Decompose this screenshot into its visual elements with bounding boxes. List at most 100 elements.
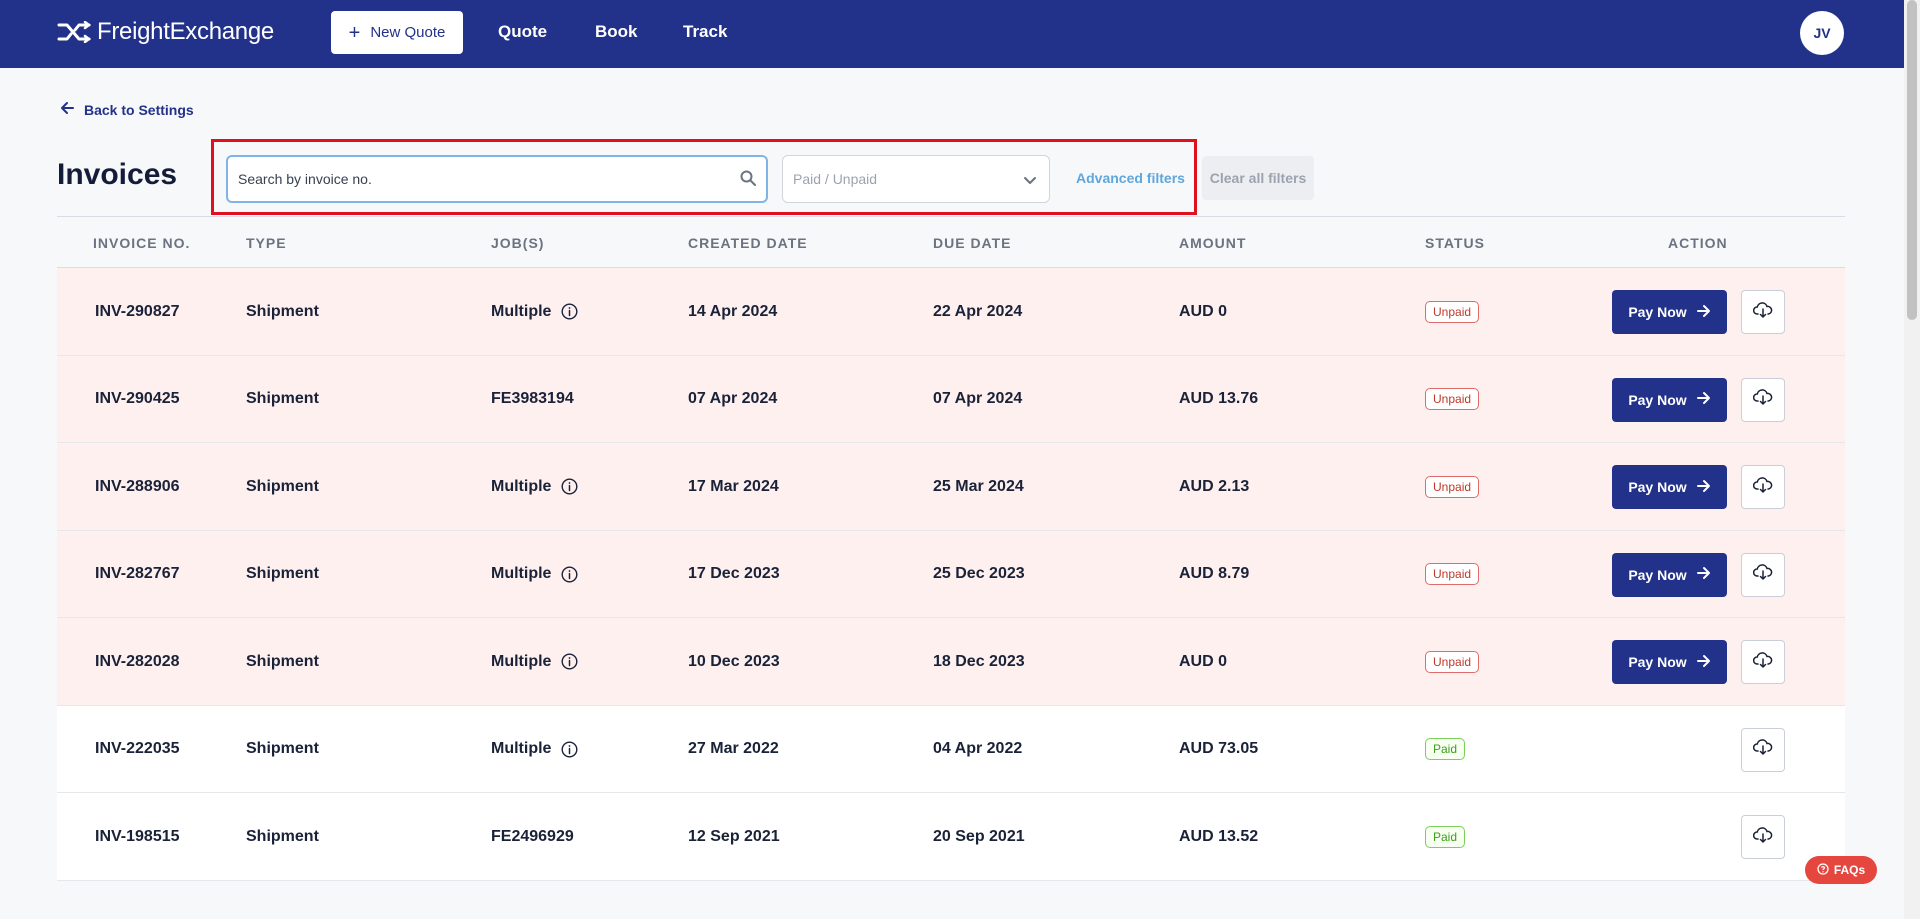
download-invoice-button[interactable] bbox=[1741, 377, 1785, 422]
page-title: Invoices bbox=[57, 158, 178, 191]
jobs-value: FE3983194 bbox=[491, 390, 574, 407]
arrow-right-icon bbox=[1696, 654, 1711, 671]
info-icon[interactable] bbox=[561, 740, 578, 758]
pay-now-label: Pay Now bbox=[1628, 566, 1687, 583]
cell-created-date: 07 Apr 2024 bbox=[688, 390, 778, 407]
cell-status: Unpaid bbox=[1425, 443, 1480, 530]
search-icon[interactable] bbox=[740, 170, 756, 191]
jobs-value: Multiple bbox=[491, 302, 552, 320]
table-row: INV-288906 Shipment Multiple 17 Mar 2024 25 … bbox=[57, 443, 1845, 531]
download-invoice-button[interactable] bbox=[1741, 552, 1785, 597]
cell-status: Unpaid bbox=[1425, 356, 1480, 443]
clear-all-filters-button[interactable]: Clear all filters bbox=[1202, 156, 1314, 200]
pay-now-button[interactable]: Pay Now bbox=[1612, 377, 1727, 422]
arrow-left-icon bbox=[60, 101, 74, 118]
cell-amount: AUD 8.79 bbox=[1179, 565, 1250, 582]
download-invoice-button[interactable] bbox=[1741, 290, 1785, 334]
download-invoice-button[interactable] bbox=[1741, 465, 1785, 509]
info-icon[interactable] bbox=[561, 478, 578, 495]
cell-amount: AUD 2.13 bbox=[1179, 477, 1250, 495]
cell-created-date: 10 Dec 2023 bbox=[688, 652, 780, 670]
cell-created-date: 14 Apr 2024 bbox=[688, 302, 778, 320]
cell-invoice-no: INV-222035 bbox=[95, 740, 180, 757]
header-created-date: CREATED DATE bbox=[688, 235, 808, 251]
chevron-down-icon bbox=[1023, 173, 1037, 190]
pay-now-label: Pay Now bbox=[1628, 304, 1687, 320]
cell-status: Unpaid bbox=[1425, 618, 1480, 705]
cloud-download-icon bbox=[1752, 826, 1773, 848]
arrow-right-icon bbox=[1696, 566, 1711, 583]
cell-status: Paid bbox=[1425, 706, 1466, 793]
cell-due-date: 04 Apr 2022 bbox=[933, 740, 1023, 757]
cell-jobs: Multiple bbox=[491, 618, 578, 705]
user-avatar[interactable]: JV bbox=[1800, 11, 1844, 55]
cloud-download-icon bbox=[1752, 389, 1773, 410]
pay-now-button[interactable]: Pay Now bbox=[1612, 290, 1727, 334]
cell-due-date: 18 Dec 2023 bbox=[933, 652, 1025, 670]
cell-amount: AUD 73.05 bbox=[1179, 740, 1259, 757]
cell-jobs: Multiple bbox=[491, 706, 578, 793]
jobs-value: FE2496929 bbox=[491, 827, 574, 845]
cloud-download-icon bbox=[1752, 564, 1773, 585]
status-badge: Paid bbox=[1425, 825, 1466, 848]
search-input[interactable] bbox=[238, 157, 718, 201]
pay-now-button[interactable]: Pay Now bbox=[1612, 640, 1727, 684]
cell-invoice-no: INV-282028 bbox=[95, 652, 180, 670]
brand-logo[interactable]: FreightExchange bbox=[57, 17, 274, 47]
table-row: INV-290425 Shipment FE3983194 07 Apr 2024 07… bbox=[57, 355, 1845, 443]
nav-link-quote[interactable]: Quote bbox=[498, 22, 547, 42]
cell-invoice-no: INV-282767 bbox=[95, 565, 180, 582]
nav-link-track[interactable]: Track bbox=[683, 22, 727, 42]
cell-status: Paid bbox=[1425, 793, 1466, 880]
header-status: STATUS bbox=[1425, 235, 1485, 251]
brand-name: FreightExchange bbox=[97, 18, 274, 45]
download-invoice-button[interactable] bbox=[1741, 640, 1785, 684]
cell-created-date: 17 Dec 2023 bbox=[688, 565, 780, 582]
status-filter-placeholder: Paid / Unpaid bbox=[793, 171, 878, 187]
cell-created-date: 27 Mar 2022 bbox=[688, 740, 779, 757]
download-invoice-button[interactable] bbox=[1741, 815, 1785, 859]
table-row: INV-282028 Shipment Multiple 10 Dec 2023 18 … bbox=[57, 618, 1845, 706]
status-filter-select[interactable]: Paid / Unpaid bbox=[782, 155, 1050, 203]
cell-amount: AUD 0 bbox=[1179, 652, 1228, 670]
new-quote-button[interactable]: + New Quote bbox=[331, 11, 463, 54]
cell-type: Shipment bbox=[246, 390, 319, 407]
info-icon[interactable] bbox=[561, 565, 578, 583]
table-body: INV-290827 Shipment Multiple 14 Apr 2024 22 … bbox=[57, 268, 1845, 881]
back-to-settings-link[interactable]: Back to Settings bbox=[60, 101, 194, 118]
download-invoice-button[interactable] bbox=[1741, 727, 1785, 772]
jobs-value: Multiple bbox=[491, 565, 552, 582]
cell-due-date: 07 Apr 2024 bbox=[933, 390, 1023, 407]
header-due-date: DUE DATE bbox=[933, 235, 1012, 251]
info-icon[interactable] bbox=[561, 653, 578, 670]
cell-invoice-no: INV-198515 bbox=[95, 827, 180, 845]
info-icon[interactable] bbox=[561, 303, 578, 320]
cell-jobs: FE3983194 bbox=[491, 356, 574, 443]
pay-now-label: Pay Now bbox=[1628, 479, 1687, 495]
faqs-button[interactable]: FAQs bbox=[1805, 856, 1877, 884]
table-header: INVOICE NO. TYPE JOB(S) CREATED DATE DUE… bbox=[57, 216, 1845, 268]
status-badge: Unpaid bbox=[1425, 650, 1480, 673]
nav-link-book[interactable]: Book bbox=[595, 22, 638, 42]
cell-jobs: Multiple bbox=[491, 531, 578, 618]
status-badge: Unpaid bbox=[1425, 563, 1480, 585]
status-badge: Paid bbox=[1425, 738, 1466, 760]
invoices-table: INVOICE NO. TYPE JOB(S) CREATED DATE DUE… bbox=[57, 216, 1845, 881]
pay-now-button[interactable]: Pay Now bbox=[1612, 552, 1727, 597]
scrollbar-thumb[interactable] bbox=[1907, 0, 1917, 320]
pay-now-label: Pay Now bbox=[1628, 391, 1687, 408]
cell-invoice-no: INV-290425 bbox=[95, 390, 180, 407]
new-quote-label: New Quote bbox=[370, 24, 446, 41]
cloud-download-icon bbox=[1752, 476, 1773, 498]
arrow-right-icon bbox=[1696, 391, 1711, 408]
cell-created-date: 17 Mar 2024 bbox=[688, 477, 779, 495]
pay-now-button[interactable]: Pay Now bbox=[1612, 465, 1727, 509]
cell-due-date: 25 Mar 2024 bbox=[933, 477, 1024, 495]
cell-created-date: 12 Sep 2021 bbox=[688, 827, 780, 845]
search-field[interactable] bbox=[226, 155, 768, 203]
advanced-filters-link[interactable]: Advanced filters bbox=[1076, 170, 1185, 186]
status-badge: Unpaid bbox=[1425, 475, 1480, 498]
cloud-download-icon bbox=[1752, 651, 1773, 673]
jobs-value: Multiple bbox=[491, 740, 552, 757]
top-navbar: FreightExchange + New Quote Quote Book T… bbox=[0, 0, 1904, 68]
